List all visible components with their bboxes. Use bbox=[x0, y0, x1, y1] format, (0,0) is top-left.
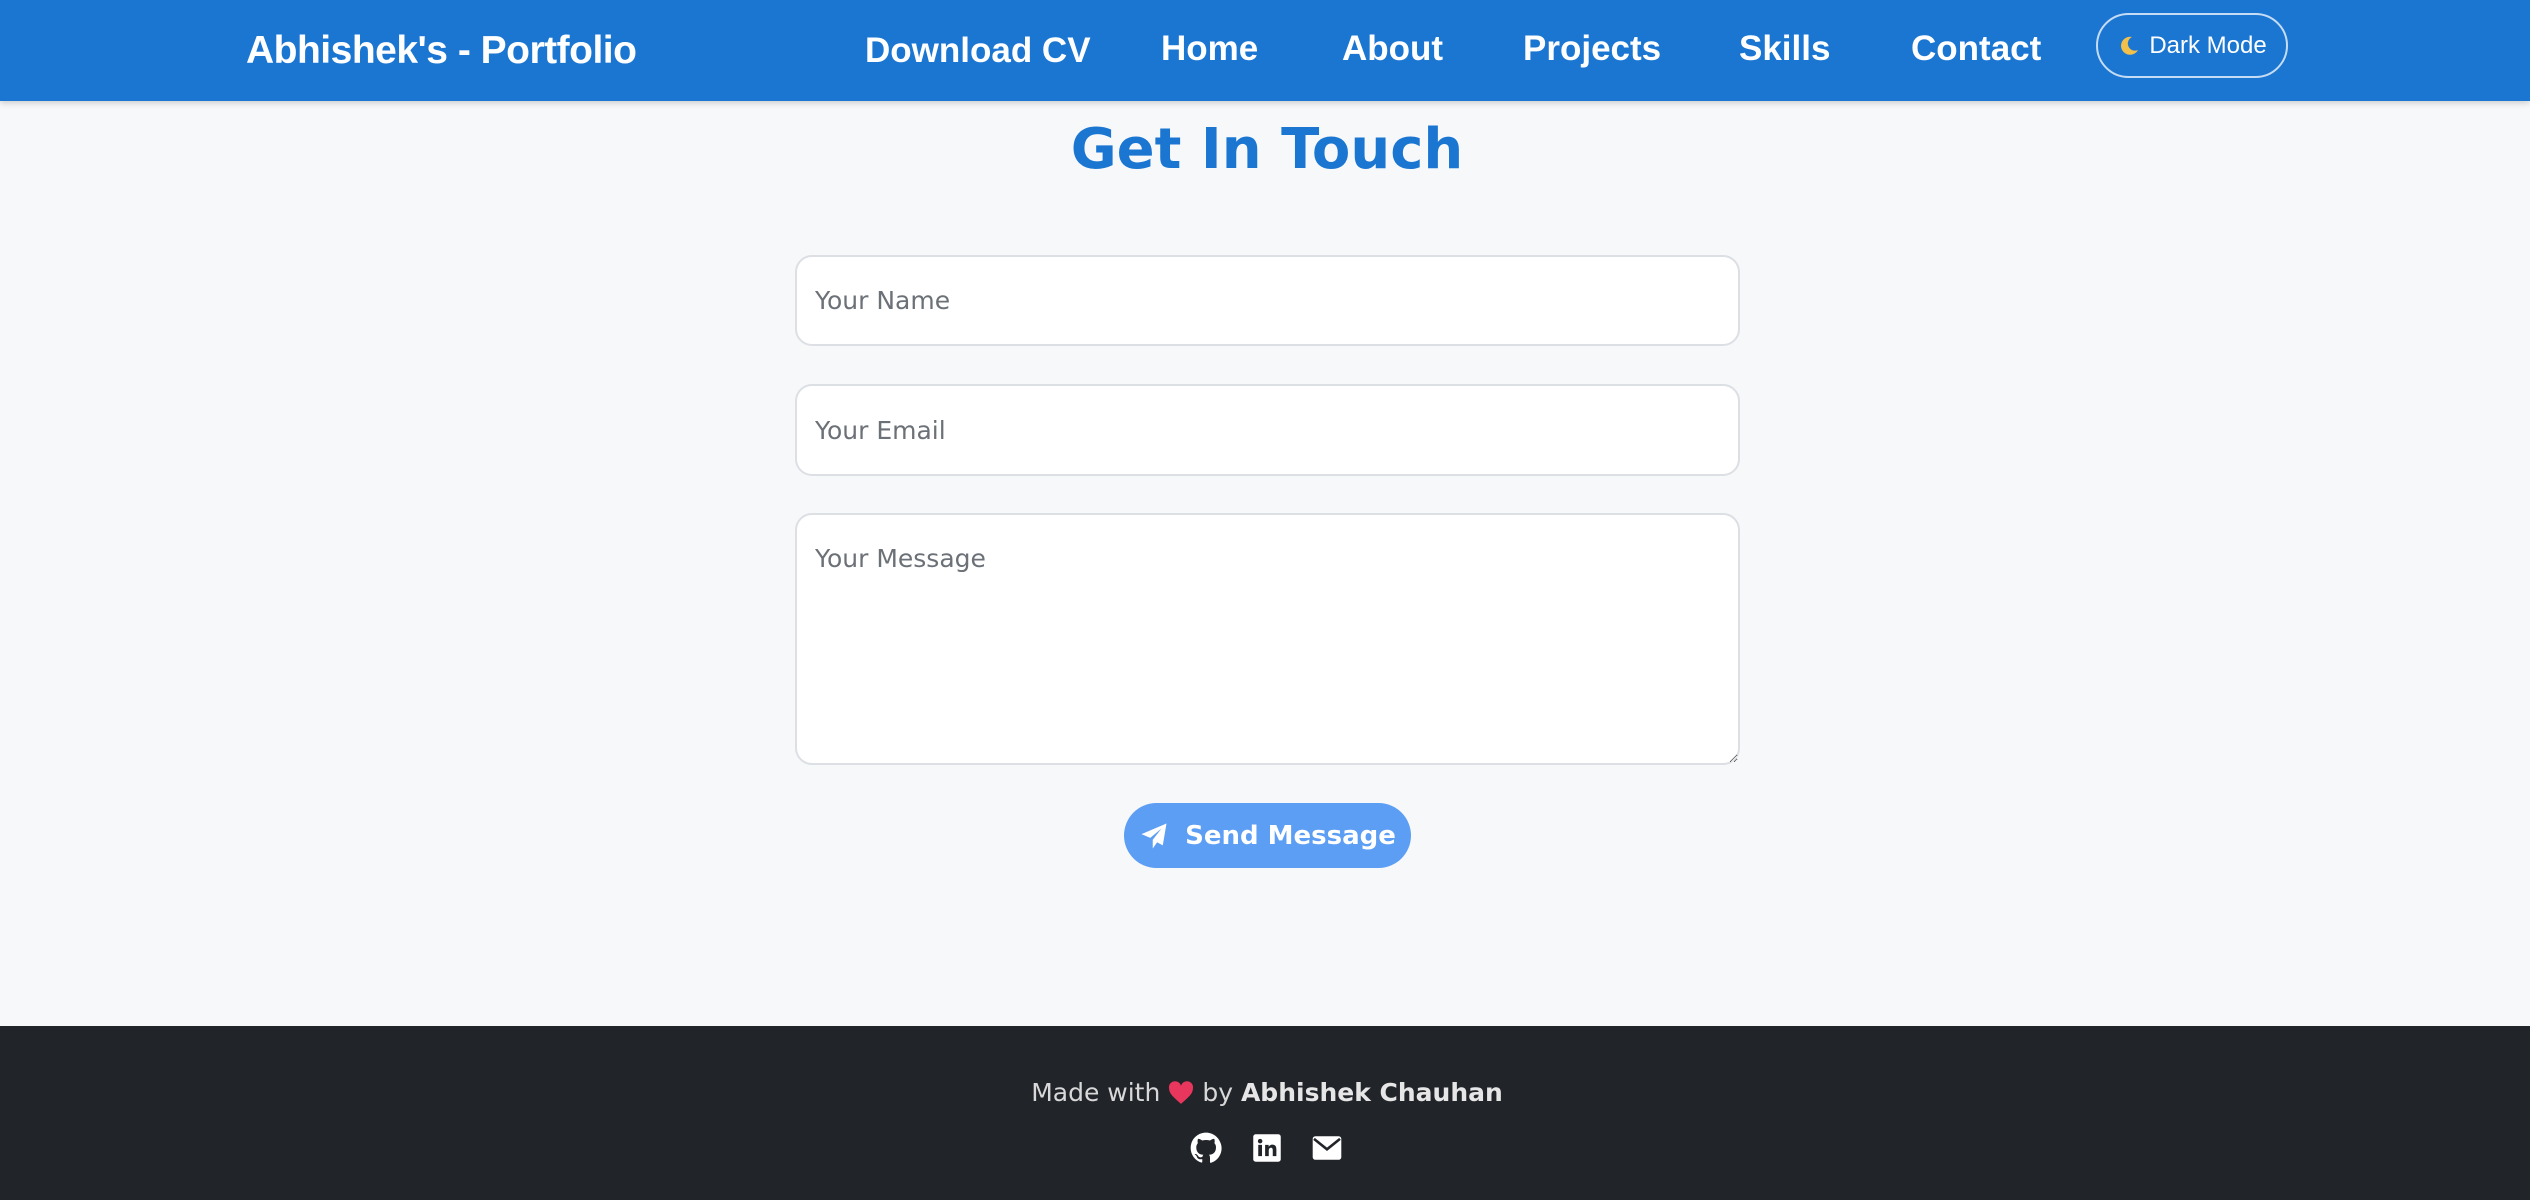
author-name: Abhishek Chauhan bbox=[1240, 1078, 1503, 1107]
paper-plane-icon bbox=[1139, 821, 1169, 851]
site-brand[interactable]: Abhishek's - Portfolio bbox=[246, 24, 637, 78]
nav-about[interactable]: About bbox=[1342, 22, 1443, 76]
nav-projects[interactable]: Projects bbox=[1523, 22, 1661, 76]
name-input[interactable] bbox=[795, 255, 1740, 346]
heart-icon bbox=[1168, 1078, 1194, 1104]
send-message-button[interactable]: Send Message bbox=[1124, 803, 1411, 868]
nav-home[interactable]: Home bbox=[1161, 22, 1258, 76]
footer-credit: Made with by Abhishek Chauhan bbox=[0, 1074, 2530, 1112]
moon-icon bbox=[2117, 34, 2141, 58]
message-textarea[interactable] bbox=[795, 513, 1740, 765]
by-text: by bbox=[1202, 1078, 1233, 1107]
section-title: Get In Touch bbox=[1070, 117, 1464, 182]
nav-skills[interactable]: Skills bbox=[1739, 22, 1830, 76]
footer bbox=[0, 1026, 2530, 1200]
envelope-icon[interactable] bbox=[1310, 1131, 1344, 1165]
download-cv-link[interactable]: Download CV bbox=[865, 24, 1091, 78]
send-message-label: Send Message bbox=[1185, 820, 1396, 851]
email-input[interactable] bbox=[795, 384, 1740, 476]
made-with-text: Made with bbox=[1031, 1078, 1161, 1107]
github-icon[interactable] bbox=[1189, 1131, 1223, 1165]
navbar: Abhishek's - Portfolio Download CV Home … bbox=[0, 0, 2530, 101]
linkedin-icon[interactable] bbox=[1250, 1131, 1284, 1165]
dark-mode-button[interactable]: Dark Mode bbox=[2096, 13, 2288, 78]
dark-mode-label: Dark Mode bbox=[2149, 31, 2267, 59]
nav-contact[interactable]: Contact bbox=[1911, 22, 2041, 76]
